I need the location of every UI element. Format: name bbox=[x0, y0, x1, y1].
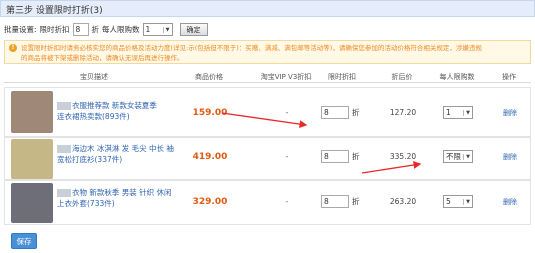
limit-value: 1 bbox=[446, 108, 451, 117]
product-name-link[interactable]: 海边木 冰淇淋 发 毛尖 中长 袖 宽松打底衫(337件) bbox=[57, 143, 177, 165]
discount-input[interactable]: 8 bbox=[321, 195, 349, 208]
batch-label: 批量设置: bbox=[4, 25, 37, 34]
header-discount: 限时折扣 bbox=[328, 73, 356, 81]
product-price: 419.00 bbox=[192, 152, 228, 162]
product-thumbnail[interactable] bbox=[11, 183, 53, 223]
product-thumbnail[interactable] bbox=[11, 91, 53, 133]
table-header: 宝贝描述 商品价格 淘宝VIP V3折扣 限时折扣 折后价 每人限购数 操作 bbox=[4, 68, 531, 83]
product-name-link[interactable]: 衣服推荐款 新款女装夏季 连衣裙热卖款(893件) bbox=[57, 100, 177, 122]
save-button[interactable]: 保存 bbox=[11, 233, 37, 249]
chevron-down-icon: ▼ bbox=[463, 109, 470, 116]
notice-line-1: 设置限时折扣时请务必核实您的商品价格及活动力度(详见:示(包括但不限于)：买赠、… bbox=[21, 44, 482, 52]
product-name-line: 衣物 新款秋季 男装 针织 休闲 bbox=[72, 188, 172, 197]
product-name-link[interactable]: 衣物 新款秋季 男装 针织 休闲 上衣外套(733件) bbox=[57, 187, 177, 209]
page-title: 第三步 设置限时打折(3) bbox=[6, 6, 103, 16]
row-discount: 8 折 bbox=[321, 195, 360, 208]
discount-input[interactable]: 8 bbox=[321, 150, 349, 163]
table-row: 海边木 冰淇淋 发 毛尖 中长 袖 宽松打底衫(337件) 419.00 - 8… bbox=[4, 137, 531, 180]
table-row: 衣物 新款秋季 男装 针织 休闲 上衣外套(733件) 329.00 - 8 折… bbox=[4, 180, 531, 225]
limit-select[interactable]: 不限 ▼ bbox=[443, 150, 473, 163]
product-name-line: 海边木 冰淇淋 发 毛尖 中长 袖 bbox=[72, 144, 174, 153]
step-header: 第三步 设置限时打折(3) bbox=[0, 0, 535, 17]
table-row: 衣服推荐款 新款女装夏季 连衣裙热卖款(893件) 159.00 - 8 折 1… bbox=[4, 87, 531, 137]
header-op: 操作 bbox=[502, 73, 516, 81]
discounted-price: 263.20 bbox=[389, 197, 417, 206]
product-name-line: 衣服推荐款 新款女装夏季 bbox=[72, 101, 157, 110]
header-price: 商品价格 bbox=[195, 73, 223, 81]
chevron-down-icon: ▼ bbox=[162, 26, 170, 33]
header-limit: 每人限购数 bbox=[439, 73, 475, 81]
notice-banner: ! 设置限时折扣时请务必核实您的商品价格及活动力度(详见:示(包括但不限于)：买… bbox=[4, 40, 531, 64]
batch-settings-row: 批量设置: 限时折扣 8 折 每人限购数 1 ▼ 确定 bbox=[4, 22, 208, 37]
product-price: 329.00 bbox=[192, 197, 228, 207]
delete-link[interactable]: 删除 bbox=[503, 108, 517, 118]
vip-discount: - bbox=[285, 152, 289, 161]
batch-discount-unit: 折 bbox=[91, 25, 100, 34]
delete-link[interactable]: 删除 bbox=[503, 152, 517, 162]
product-name-line: 连衣裙热卖款(893件) bbox=[57, 112, 130, 121]
batch-discount-input[interactable]: 8 bbox=[72, 23, 89, 36]
product-thumbnail[interactable] bbox=[11, 139, 53, 179]
warning-icon: ! bbox=[9, 44, 17, 52]
header-item: 宝贝描述 bbox=[80, 73, 108, 81]
row-limit: 5 ▼ bbox=[443, 195, 473, 208]
discounted-price: 127.20 bbox=[389, 108, 417, 117]
product-name-line: 宽松打底衫(337件) bbox=[57, 155, 123, 164]
header-after: 折后价 bbox=[391, 73, 413, 81]
limit-select[interactable]: 5 ▼ bbox=[443, 195, 473, 208]
notice-line-2: 的商品将被下架或删除活动，请确认无误后再进行操作。 bbox=[21, 54, 184, 62]
batch-limit-value: 1 bbox=[145, 25, 151, 34]
limit-select[interactable]: 1 ▼ bbox=[443, 106, 473, 119]
discount-unit: 折 bbox=[352, 152, 360, 161]
discounted-price: 335.20 bbox=[389, 152, 417, 161]
chevron-down-icon: ▼ bbox=[463, 153, 470, 160]
discount-unit: 折 bbox=[352, 108, 360, 117]
chevron-down-icon: ▼ bbox=[463, 198, 470, 205]
row-discount: 8 折 bbox=[321, 150, 360, 163]
confirm-button[interactable]: 确定 bbox=[179, 23, 208, 36]
row-limit: 不限 ▼ bbox=[443, 150, 473, 163]
vip-discount: - bbox=[285, 108, 289, 117]
vip-discount: - bbox=[285, 197, 289, 206]
row-limit: 1 ▼ bbox=[443, 106, 473, 119]
product-name-line: 上衣外套(733件) bbox=[57, 199, 115, 208]
batch-limit-select[interactable]: 1 ▼ bbox=[142, 23, 173, 36]
discount-input[interactable]: 8 bbox=[321, 106, 349, 119]
row-discount: 8 折 bbox=[321, 106, 360, 119]
batch-limit-label: 每人限购数 bbox=[102, 25, 140, 34]
discount-unit: 折 bbox=[352, 197, 360, 206]
delete-link[interactable]: 删除 bbox=[503, 197, 517, 207]
discount-table: 宝贝描述 商品价格 淘宝VIP V3折扣 限时折扣 折后价 每人限购数 操作 bbox=[4, 68, 531, 83]
limit-value: 不限 bbox=[446, 152, 461, 161]
limit-value: 5 bbox=[446, 197, 451, 206]
header-vip: 淘宝VIP V3折扣 bbox=[260, 73, 312, 81]
batch-discount-label: 限时折扣 bbox=[39, 25, 70, 34]
product-price: 159.00 bbox=[192, 108, 228, 118]
